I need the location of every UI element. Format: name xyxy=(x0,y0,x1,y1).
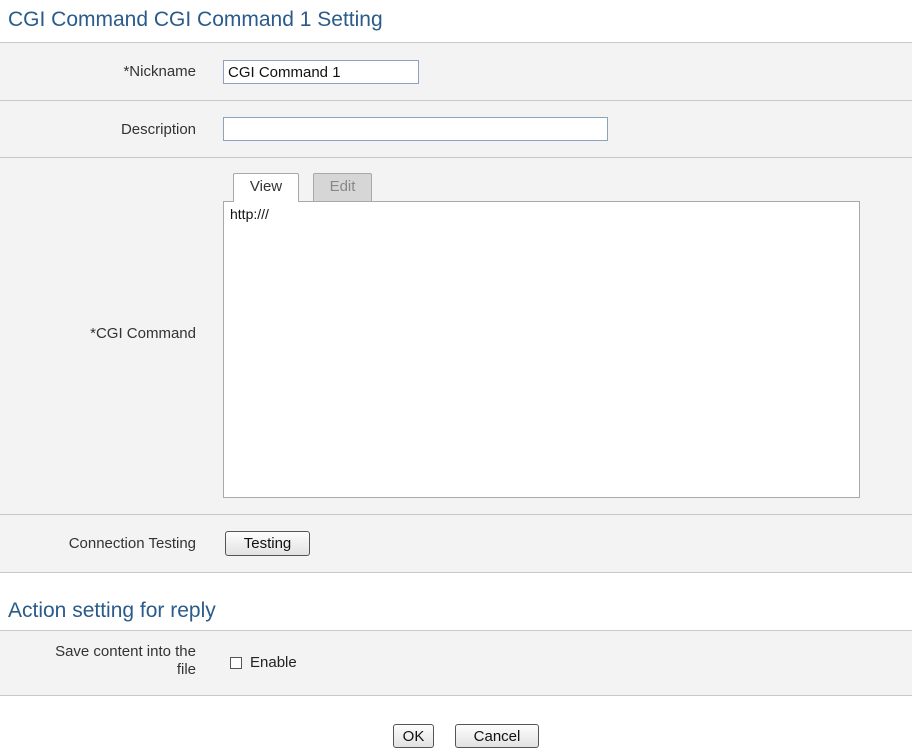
tab-edit[interactable]: Edit xyxy=(313,173,372,201)
divider xyxy=(0,695,912,696)
testing-button[interactable]: Testing xyxy=(225,531,310,556)
cgi-command-view: http:/// xyxy=(223,201,860,498)
tab-view[interactable]: View xyxy=(233,173,299,202)
enable-checkbox[interactable] xyxy=(230,657,242,669)
page-title: CGI Command CGI Command 1 Setting xyxy=(8,8,383,31)
save-content-label-line2: file xyxy=(176,661,196,678)
cancel-button[interactable]: Cancel xyxy=(455,724,539,748)
cgi-command-label: *CGI Command xyxy=(90,325,196,342)
description-input[interactable] xyxy=(223,117,608,141)
connection-testing-label: Connection Testing xyxy=(68,535,196,552)
cgi-command-text: http:/// xyxy=(230,206,269,222)
divider xyxy=(0,572,912,573)
ok-button[interactable]: OK xyxy=(393,724,434,748)
enable-checkbox-label[interactable]: Enable xyxy=(250,654,297,671)
nickname-input[interactable] xyxy=(223,60,419,84)
nickname-label: *Nickname xyxy=(123,63,196,80)
save-content-label: Save content into the file xyxy=(55,643,196,679)
save-content-label-line1: Save content into the xyxy=(55,643,196,660)
reply-section-title: Action setting for reply xyxy=(8,599,216,622)
description-label: Description xyxy=(120,121,196,138)
